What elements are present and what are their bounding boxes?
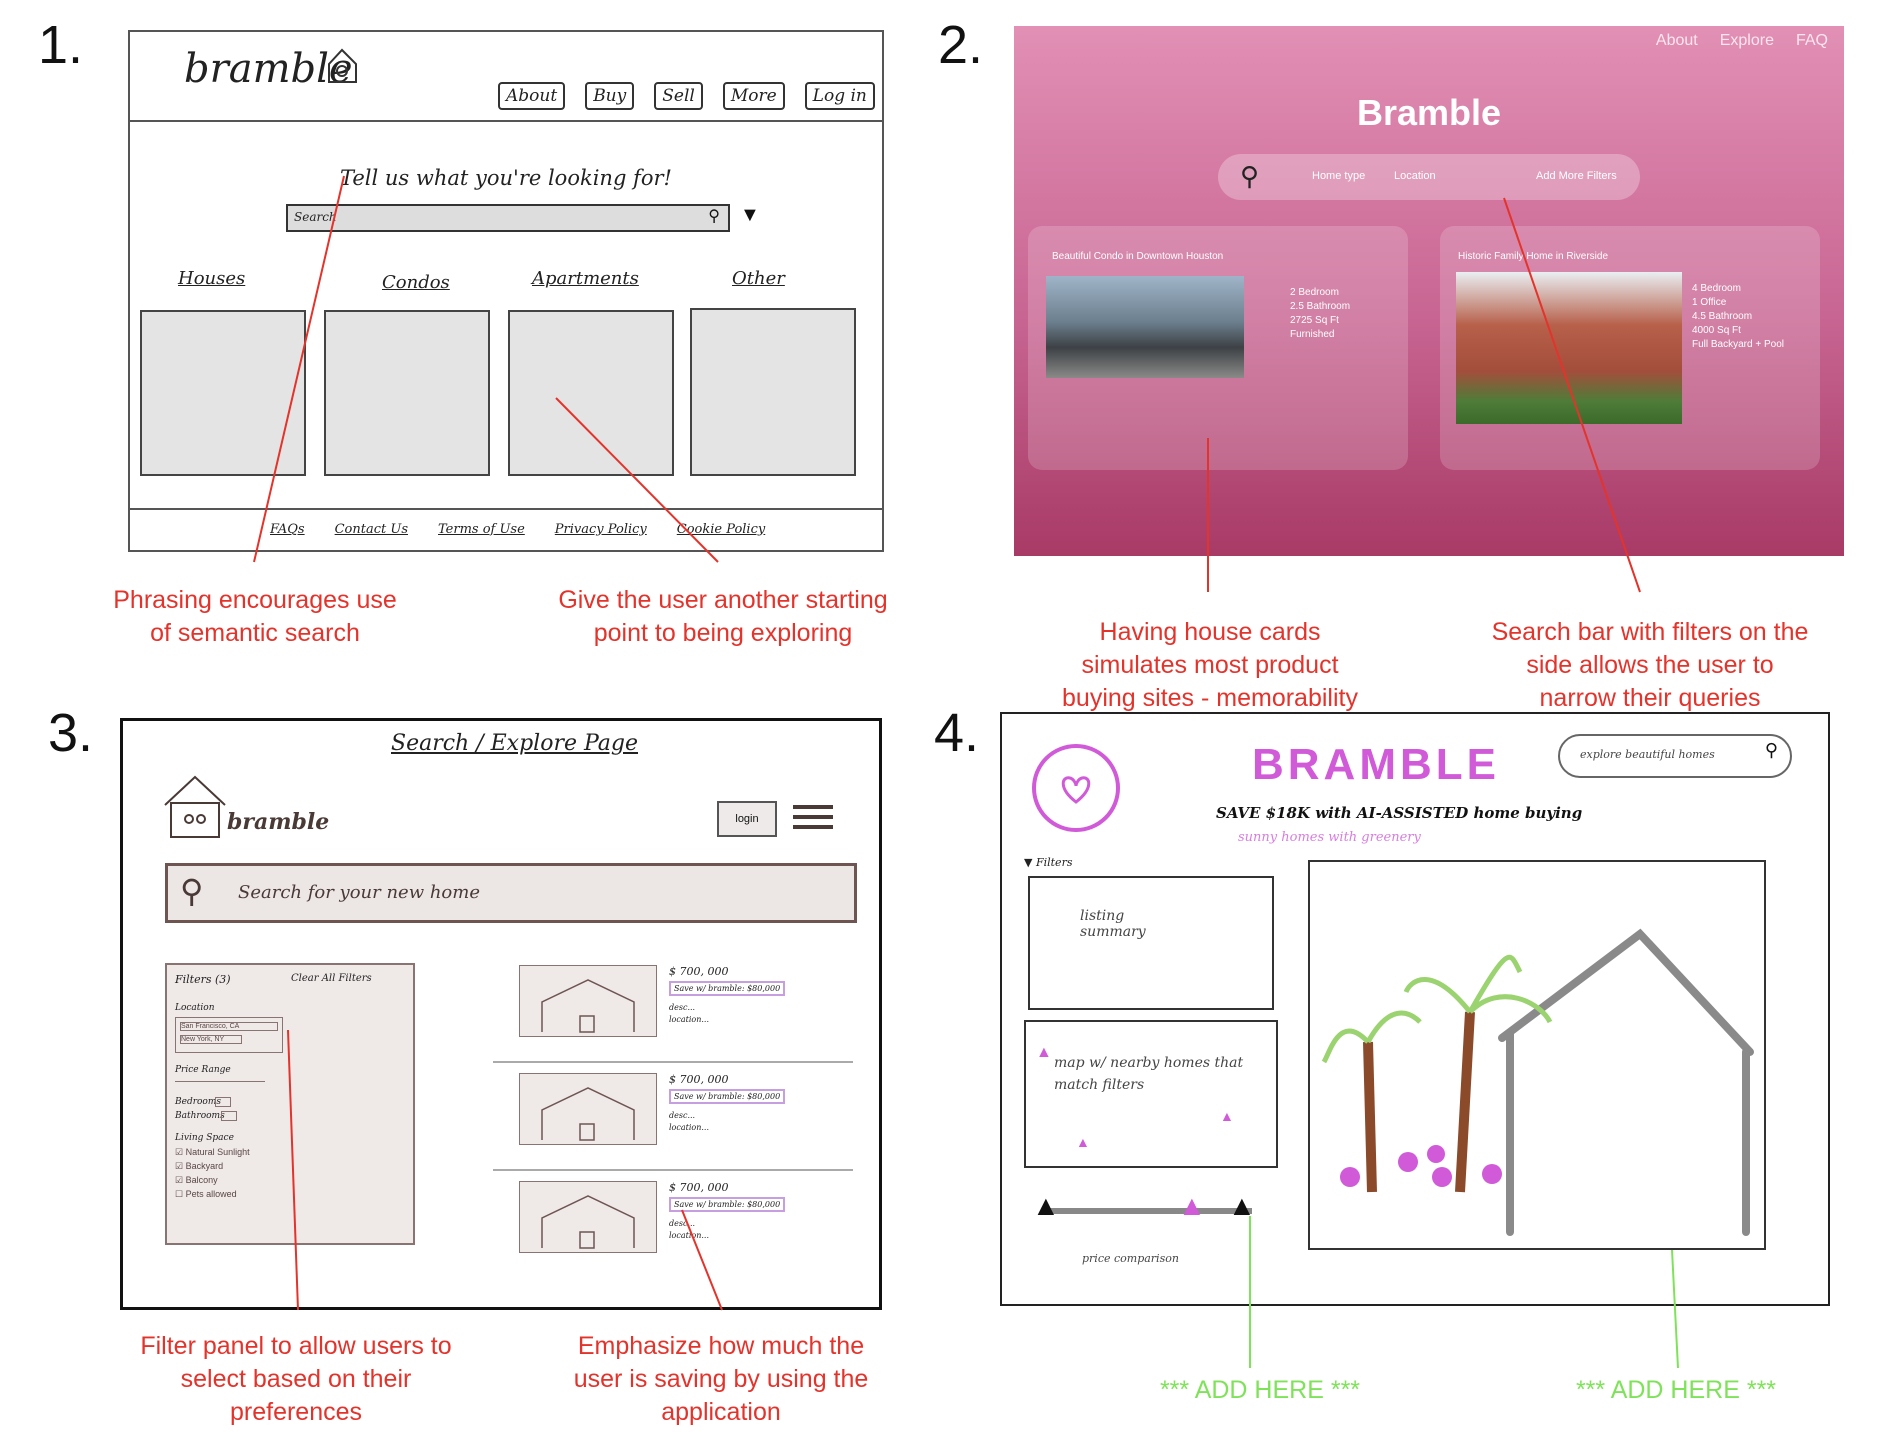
annotation-lines (253, 175, 1679, 1369)
